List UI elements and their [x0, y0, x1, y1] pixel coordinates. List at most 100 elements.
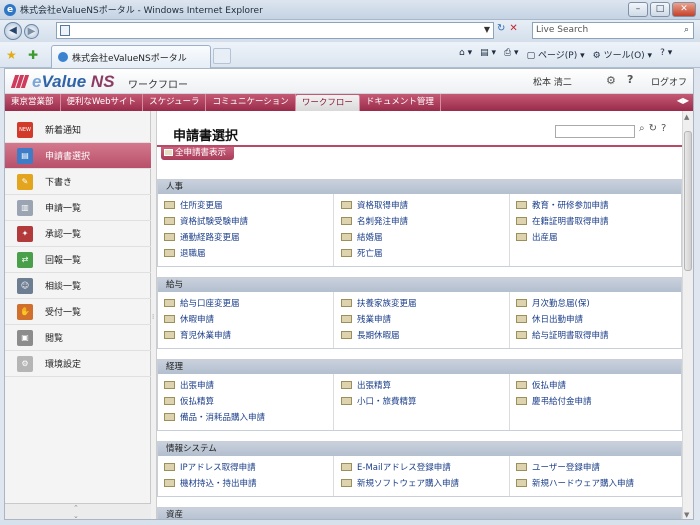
form-link[interactable]: E-Mailアドレス登録申請	[341, 461, 451, 473]
logout-link[interactable]: ログオフ	[651, 75, 687, 88]
nav-scroll-arrows-icon[interactable]: ◀▶	[677, 96, 689, 105]
address-dropdown-icon[interactable]: ▼	[484, 25, 490, 34]
form-link[interactable]: 在籍証明書取得申請	[516, 215, 609, 227]
form-link[interactable]: 教育・研修参加申請	[516, 199, 609, 211]
show-all-forms-button[interactable]: 全申請書表示	[161, 147, 235, 160]
form-link[interactable]: 残業申請	[341, 313, 391, 325]
content-scrollbar[interactable]: ▲ ▼	[682, 111, 693, 519]
form-link[interactable]: 仮払精算	[164, 395, 214, 407]
refresh-icon[interactable]: ↻	[497, 23, 505, 34]
help-question-icon[interactable]: ?	[627, 73, 633, 86]
scroll-down-icon[interactable]: ▼	[684, 511, 689, 519]
nav-tab-2[interactable]: スケジューラ	[143, 94, 207, 111]
tools-menu[interactable]: ⚙ ツール(O) ▾	[593, 48, 652, 61]
sidebar-item-8[interactable]: ▣ 閲覧	[5, 325, 151, 351]
form-link[interactable]: 新規ソフトウェア購入申請	[341, 477, 459, 489]
sidebar-item-label: 受付一覧	[45, 308, 82, 318]
stop-icon[interactable]: ✕	[509, 23, 517, 34]
form-link-label: 通勤経路変更届	[180, 233, 240, 243]
form-search-input[interactable]	[555, 125, 635, 138]
form-link[interactable]: 育児休業申請	[164, 329, 231, 341]
form-link[interactable]: 通勤経路変更届	[164, 231, 240, 243]
sidebar-item-9[interactable]: ⚙ 環境設定	[5, 351, 151, 377]
address-input[interactable]: ▼	[56, 22, 494, 39]
sidebar-scroll-down-icon[interactable]: ⌄	[73, 512, 79, 519]
form-link[interactable]: 扶養家族変更届	[341, 297, 417, 309]
form-link[interactable]: 名刺発注申請	[341, 215, 408, 227]
form-document-icon	[341, 249, 352, 257]
form-link[interactable]: 新規ハードウェア購入申請	[516, 477, 634, 489]
sidebar-item-5[interactable]: ⇄ 回報一覧	[5, 247, 151, 273]
page-menu[interactable]: ▢ ページ(P) ▾	[527, 48, 585, 61]
sidebar-item-label: 申請一覧	[45, 204, 82, 214]
sidebar-item-3[interactable]: ▥ 申請一覧	[5, 195, 151, 221]
form-link[interactable]: 住所変更届	[164, 199, 223, 211]
form-link[interactable]: 出産届	[516, 231, 558, 243]
refresh-icon[interactable]: ↻	[649, 123, 657, 134]
help-icon[interactable]: ?	[661, 123, 666, 134]
new-tab-button[interactable]	[213, 48, 231, 64]
print-icon[interactable]: ⎙ ▾	[504, 48, 519, 61]
help-icon[interactable]: ? ▾	[660, 48, 672, 61]
form-link[interactable]: 長期休暇届	[341, 329, 400, 341]
form-link[interactable]: 出張申請	[164, 379, 214, 391]
form-link[interactable]: 月次勤怠届(保)	[516, 297, 590, 309]
form-document-icon	[164, 217, 175, 225]
nav-tab-5[interactable]: ドキュメント管理	[360, 94, 441, 111]
form-link[interactable]: 退職届	[164, 247, 206, 259]
sidebar-item-0[interactable]: NEW 新着通知	[5, 117, 151, 143]
form-link[interactable]: 備品・消耗品購入申請	[164, 411, 265, 423]
form-link[interactable]: 機材持込・持出申請	[164, 477, 257, 489]
form-link[interactable]: 休暇申請	[164, 313, 214, 325]
search-icon[interactable]: ⌕	[684, 23, 689, 38]
view-icon: ▣	[17, 329, 33, 346]
minimize-button[interactable]: –	[628, 2, 648, 17]
column-divider	[333, 456, 334, 496]
form-link[interactable]: 資格試験受験申請	[164, 215, 248, 227]
maximize-button[interactable]: □	[650, 2, 670, 17]
scroll-thumb[interactable]	[684, 131, 692, 271]
home-icon[interactable]: ⌂ ▾	[459, 48, 472, 61]
add-favorite-icon[interactable]: ✚	[28, 48, 38, 62]
form-link[interactable]: 休日出勤申請	[516, 313, 583, 325]
form-link[interactable]: 給与口座変更届	[164, 297, 240, 309]
column-divider	[509, 194, 510, 266]
close-button[interactable]: ✕	[672, 2, 696, 17]
nav-tab-1[interactable]: 便利なWebサイト	[61, 94, 144, 111]
back-button[interactable]: ◀	[4, 22, 22, 40]
form-link[interactable]: 死亡届	[341, 247, 383, 259]
form-link[interactable]: 仮払申請	[516, 379, 566, 391]
sidebar-item-2[interactable]: ✎ 下書き	[5, 169, 151, 195]
form-link[interactable]: 小口・旅費精算	[341, 395, 417, 407]
form-link[interactable]: 出張精算	[341, 379, 391, 391]
favorites-star-icon[interactable]: ★	[6, 48, 17, 62]
settings-gear-icon[interactable]: ⚙	[606, 74, 616, 87]
form-document-icon	[164, 331, 175, 339]
form-link-label: 備品・消耗品購入申請	[180, 413, 266, 423]
form-document-icon	[164, 413, 175, 421]
splitter-grip-icon[interactable]: ⁞	[152, 313, 154, 321]
sidebar-item-1[interactable]: ▤ 申請書選択	[5, 143, 151, 169]
feeds-icon[interactable]: ▤ ▾	[480, 48, 496, 61]
form-link[interactable]: 資格取得申請	[341, 199, 408, 211]
form-link[interactable]: 給与証明書取得申請	[516, 329, 609, 341]
sidebar-item-6[interactable]: ☺ 相談一覧	[5, 273, 151, 299]
form-link-label: ユーザー登録申請	[532, 463, 600, 473]
form-link[interactable]: 結婚届	[341, 231, 383, 243]
nav-tab-0[interactable]: 東京営業部	[5, 94, 61, 111]
search-icon[interactable]: ⌕	[639, 123, 645, 134]
nav-tab-4[interactable]: ワークフロー	[295, 95, 360, 111]
form-link[interactable]: 慶弔給付金申請	[516, 395, 592, 407]
nav-tab-3[interactable]: コミュニケーション	[206, 94, 296, 111]
sidebar-item-4[interactable]: ✦ 承認一覧	[5, 221, 151, 247]
scroll-up-icon[interactable]: ▲	[684, 113, 689, 121]
sidebar-scroll-up-icon[interactable]: ⌃	[73, 504, 79, 512]
forward-button[interactable]: ▶	[24, 23, 39, 39]
form-link[interactable]: ユーザー登録申請	[516, 461, 600, 473]
sidebar: ⚙ 環境設定 ▣ 閲覧 ✋ 受付一覧 ☺ 相談一覧 ⇄ 回報一覧 ✦ 承認一覧 ▥ 申請一覧 ✎ 下書き ▤ 申請…	[5, 111, 151, 519]
form-link[interactable]: IPアドレス取得申請	[164, 461, 256, 473]
live-search-input[interactable]: Live Search ⌕	[532, 22, 694, 39]
sidebar-item-7[interactable]: ✋ 受付一覧	[5, 299, 151, 325]
hand-icon: ✋	[17, 303, 33, 320]
browser-tab[interactable]: 株式会社eValueNSポータル	[51, 45, 211, 68]
